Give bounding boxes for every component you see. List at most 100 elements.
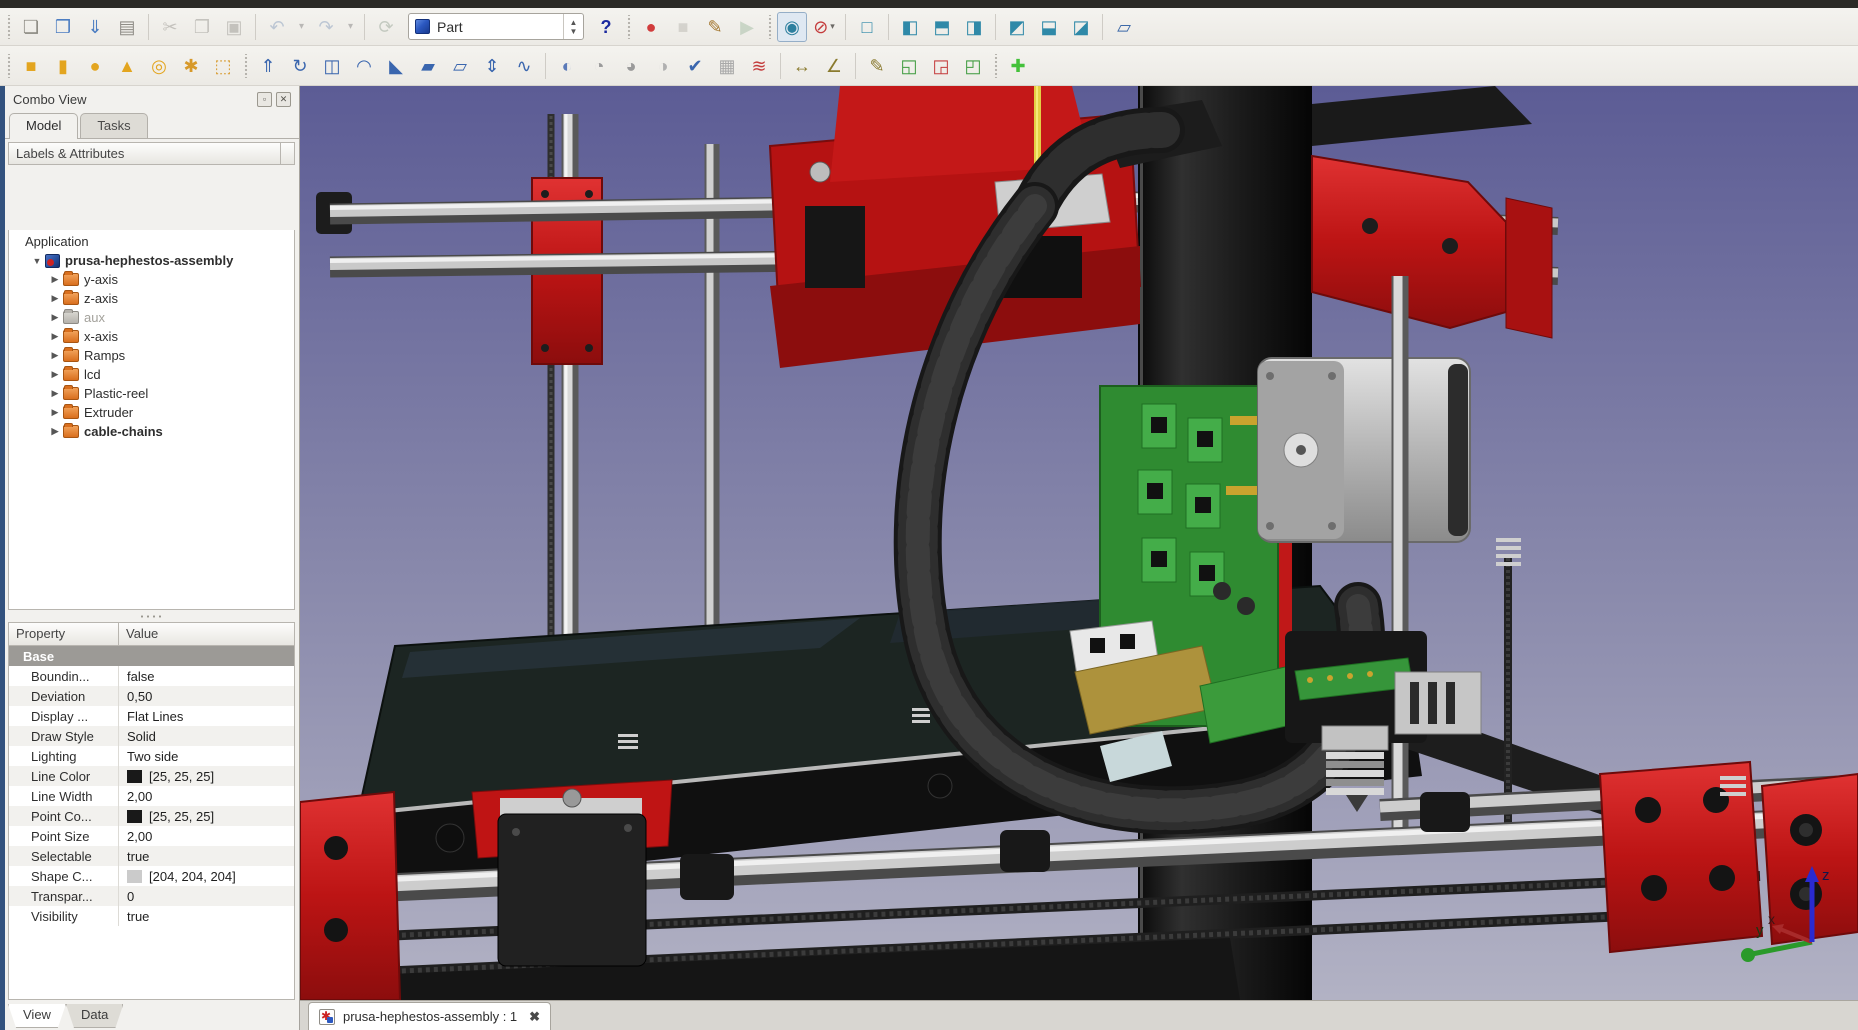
3d-viewport[interactable]: z y x <box>300 86 1858 1000</box>
property-value[interactable]: 2,00 <box>119 789 294 804</box>
print-icon[interactable]: ▤ <box>112 12 142 42</box>
part-make-face-icon[interactable]: ▰ <box>413 51 443 81</box>
tree-item-lcd[interactable]: ▶lcd <box>9 365 294 384</box>
workbench-selector[interactable]: Part ▲▼ <box>408 13 584 40</box>
measure-linear-icon[interactable]: ↔ <box>787 51 817 81</box>
view-right-icon[interactable]: ◨ <box>959 12 989 42</box>
tree-item-cable-chains[interactable]: ▶cable-chains <box>9 422 294 441</box>
tree-item-ramps[interactable]: ▶Ramps <box>9 346 294 365</box>
property-row-point-co-[interactable]: Point Co...[25, 25, 25] <box>9 806 294 826</box>
part-sweep-icon[interactable]: ∿ <box>509 51 539 81</box>
tree-item-plastic-reel[interactable]: ▶Plastic-reel <box>9 384 294 403</box>
expander-open-icon[interactable]: ▼ <box>31 256 43 266</box>
part-cut-icon[interactable]: ◔ <box>584 51 614 81</box>
property-value[interactable]: Two side <box>119 749 294 764</box>
toolbar-handle[interactable] <box>241 54 250 78</box>
measure-angular-icon[interactable]: ∠ <box>819 51 849 81</box>
part-loft-icon[interactable]: ⇕ <box>477 51 507 81</box>
open-document-icon[interactable]: ❒ <box>48 12 78 42</box>
panel-tab-data[interactable]: Data <box>66 1004 123 1028</box>
toolbar-handle[interactable] <box>4 54 13 78</box>
tab-tasks[interactable]: Tasks <box>80 113 147 138</box>
expander-closed-icon[interactable]: ▶ <box>49 274 61 285</box>
draw-style-icon[interactable]: ⊘▾ <box>809 12 839 42</box>
part-fillet-icon[interactable]: ◠ <box>349 51 379 81</box>
property-row-draw-style[interactable]: Draw StyleSolid <box>9 726 294 746</box>
part-create-primitives-icon[interactable]: ✱ <box>176 51 206 81</box>
add-icon[interactable]: ✚ <box>1003 51 1033 81</box>
tree-item-extruder[interactable]: ▶Extruder <box>9 403 294 422</box>
part-mirror-icon[interactable]: ◫ <box>317 51 347 81</box>
property-row-lighting[interactable]: LightingTwo side <box>9 746 294 766</box>
workbench-selector-spinner[interactable]: ▲▼ <box>563 14 583 39</box>
view-axonometric-icon[interactable]: □ <box>852 12 882 42</box>
measure-refresh-icon[interactable]: ✎ <box>862 51 892 81</box>
expander-closed-icon[interactable]: ▶ <box>49 331 61 342</box>
expander-closed-icon[interactable]: ▶ <box>49 407 61 418</box>
part-defeaturing-icon[interactable]: ▦ <box>712 51 742 81</box>
expander-closed-icon[interactable]: ▶ <box>49 369 61 380</box>
save-document-icon[interactable]: ⇓ <box>80 12 110 42</box>
toolbar-handle[interactable] <box>991 54 1000 78</box>
expander-closed-icon[interactable]: ▶ <box>49 312 61 323</box>
expander-closed-icon[interactable]: ▶ <box>49 350 61 361</box>
measure-distance-icon[interactable]: ▱ <box>1109 12 1139 42</box>
part-sphere-icon[interactable]: ● <box>80 51 110 81</box>
measure-toggle-delta-icon[interactable]: ◲ <box>926 51 956 81</box>
part-cross-sections-icon[interactable]: ≋ <box>744 51 774 81</box>
property-value[interactable]: 2,00 <box>119 829 294 844</box>
property-value[interactable]: true <box>119 909 294 924</box>
part-check-geometry-icon[interactable]: ✔ <box>680 51 710 81</box>
property-row-line-width[interactable]: Line Width2,00 <box>9 786 294 806</box>
measure-clear-icon[interactable]: ◰ <box>958 51 988 81</box>
expander-closed-icon[interactable]: ▶ <box>49 388 61 399</box>
property-row-boundin-[interactable]: Boundin...false <box>9 666 294 686</box>
property-row-display-[interactable]: Display ...Flat Lines <box>9 706 294 726</box>
part-box-icon[interactable]: ■ <box>16 51 46 81</box>
new-document-icon[interactable]: ❏ <box>16 12 46 42</box>
tree-item-aux[interactable]: ▶aux <box>9 308 294 327</box>
expander-closed-icon[interactable]: ▶ <box>49 293 61 304</box>
part-torus-icon[interactable]: ◎ <box>144 51 174 81</box>
part-boolean-icon[interactable]: ◐ <box>552 51 582 81</box>
tree-item-application[interactable]: Application <box>9 232 294 251</box>
property-value[interactable]: true <box>119 849 294 864</box>
view-top-icon[interactable]: ⬒ <box>927 12 957 42</box>
property-value[interactable]: 0,50 <box>119 689 294 704</box>
view-fit-all-icon[interactable]: ◉ <box>777 12 807 42</box>
panel-splitter[interactable] <box>8 612 295 620</box>
property-value[interactable]: 0 <box>119 889 294 904</box>
property-row-visibility[interactable]: Visibilitytrue <box>9 906 294 926</box>
measure-toggle-all-icon[interactable]: ◱ <box>894 51 924 81</box>
property-value[interactable]: false <box>119 669 294 684</box>
tree-item-y-axis[interactable]: ▶y-axis <box>9 270 294 289</box>
property-value[interactable]: Solid <box>119 729 294 744</box>
property-row-deviation[interactable]: Deviation0,50 <box>9 686 294 706</box>
property-row-selectable[interactable]: Selectabletrue <box>9 846 294 866</box>
view-front-icon[interactable]: ◧ <box>895 12 925 42</box>
property-row-shape-c-[interactable]: Shape C...[204, 204, 204] <box>9 866 294 886</box>
part-ruled-surface-icon[interactable]: ▱ <box>445 51 475 81</box>
property-row-point-size[interactable]: Point Size2,00 <box>9 826 294 846</box>
property-value[interactable]: [25, 25, 25] <box>119 809 294 824</box>
property-row-transpar-[interactable]: Transpar...0 <box>9 886 294 906</box>
panel-float-button[interactable]: ▫ <box>257 92 272 107</box>
toolbar-handle[interactable] <box>624 15 633 39</box>
toolbar-handle[interactable] <box>4 15 13 39</box>
macro-edit-icon[interactable]: ✎ <box>700 12 730 42</box>
property-value[interactable]: Flat Lines <box>119 709 294 724</box>
tree-item-x-axis[interactable]: ▶x-axis <box>9 327 294 346</box>
part-chamfer-icon[interactable]: ◣ <box>381 51 411 81</box>
part-extrude-icon[interactable]: ⇑ <box>253 51 283 81</box>
part-union-icon[interactable]: ◕ <box>616 51 646 81</box>
panel-close-button[interactable]: ✕ <box>276 92 291 107</box>
tab-model[interactable]: Model <box>9 113 78 139</box>
view-bottom-icon[interactable]: ⬓ <box>1034 12 1064 42</box>
part-intersection-icon[interactable]: ◑ <box>648 51 678 81</box>
property-value[interactable]: [25, 25, 25] <box>119 769 294 784</box>
macro-record-icon[interactable]: ● <box>636 12 666 42</box>
whats-this-icon[interactable]: ? <box>591 12 621 42</box>
part-cylinder-icon[interactable]: ▮ <box>48 51 78 81</box>
property-value[interactable]: [204, 204, 204] <box>119 869 294 884</box>
expander-closed-icon[interactable]: ▶ <box>49 426 61 437</box>
